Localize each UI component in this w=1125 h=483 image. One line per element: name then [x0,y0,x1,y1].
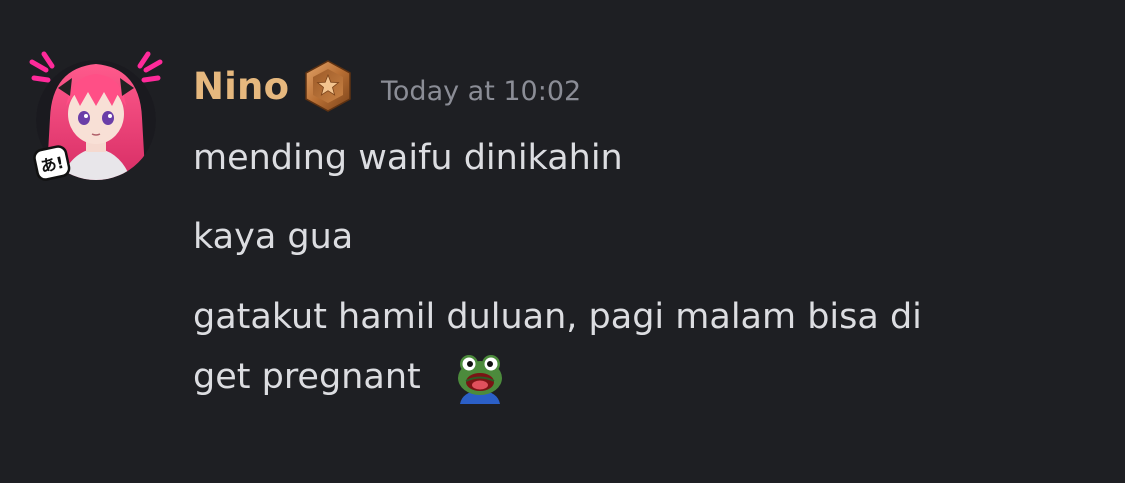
poggers-frog-emote[interactable] [452,352,508,404]
message-timestamp[interactable]: Today at 10:02 [381,72,581,112]
message-line: get pregnant [193,357,421,397]
message-line: mending waifu dinikahin [193,138,623,178]
user-avatar[interactable]: あ! [28,48,164,188]
chat-message: あ! Nino Today at 10:02 mending waifu din… [0,0,1125,483]
bronze-star-badge-icon[interactable] [302,59,354,113]
message-line: kaya gua [193,217,354,257]
message-line: gatakut hamil duluan, pagi malam bisa di [193,297,922,337]
username[interactable]: Nino [193,62,289,112]
